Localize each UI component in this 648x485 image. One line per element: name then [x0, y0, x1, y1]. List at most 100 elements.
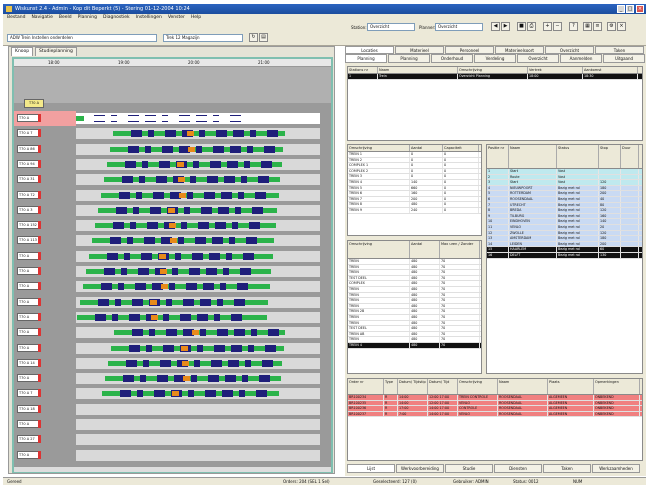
task-block[interactable] [262, 359, 273, 367]
tab-studieplanning[interactable]: Studieplanning [35, 47, 77, 56]
task-block[interactable] [241, 176, 247, 184]
milestone-block[interactable] [179, 192, 186, 198]
column-header[interactable]: Positie nr [487, 145, 509, 168]
tab-1[interactable]: Planning [388, 54, 430, 63]
print-icon[interactable]: ⎙ [527, 22, 536, 31]
column-header[interactable]: Omschrijving [348, 241, 410, 258]
task-block[interactable] [137, 390, 143, 398]
task-block[interactable] [188, 390, 194, 398]
task-block[interactable] [213, 145, 224, 153]
milestone-block[interactable] [150, 299, 157, 305]
task-block[interactable] [203, 283, 214, 291]
task-block[interactable] [133, 206, 139, 214]
task-block[interactable] [118, 283, 124, 291]
task-block[interactable] [209, 252, 220, 260]
task-block[interactable] [231, 344, 242, 352]
tab-4[interactable]: Overzicht [545, 46, 594, 54]
milestone-block[interactable] [172, 391, 179, 397]
tab-3[interactable]: Diensten [494, 464, 542, 473]
task-block[interactable] [239, 390, 245, 398]
menu-item[interactable]: Diagnostiek [103, 15, 130, 20]
column-header[interactable]: Capaciteit [443, 145, 479, 151]
task-block[interactable] [223, 268, 229, 275]
task-block[interactable] [132, 329, 143, 337]
tab-knoop[interactable]: Knoop [11, 47, 34, 56]
task-block[interactable] [154, 390, 165, 398]
grid-icon[interactable]: ▦ [583, 22, 592, 31]
task-block[interactable] [143, 359, 149, 367]
tab-6[interactable]: Uitgaand [603, 54, 645, 63]
task-block[interactable] [222, 390, 233, 398]
depot-dropdown[interactable]: Trek 12 Magazijn [163, 34, 243, 42]
task-block[interactable] [122, 176, 133, 184]
task-block[interactable] [201, 206, 212, 214]
planner-dropdown[interactable]: Overzicht [435, 23, 483, 31]
task-block[interactable] [252, 206, 263, 214]
task-block[interactable] [214, 313, 220, 321]
tab-5[interactable]: Werkzaamheden [592, 464, 640, 473]
column-header[interactable]: Order nr [348, 379, 384, 394]
settings-icon[interactable]: ⚙ [607, 22, 616, 31]
task-block[interactable] [139, 176, 145, 184]
milestone-block[interactable] [169, 223, 176, 229]
task-block[interactable] [211, 359, 222, 367]
column-header[interactable]: Status [557, 145, 599, 168]
tab-1[interactable]: Werkvoorbereiding [396, 464, 444, 473]
task-block[interactable] [210, 160, 221, 168]
close-button[interactable]: × [636, 5, 644, 13]
milestone-block[interactable] [161, 284, 168, 290]
task-block[interactable] [184, 206, 190, 214]
task-block[interactable] [245, 359, 251, 367]
task-block[interactable] [249, 222, 260, 230]
task-block[interactable] [256, 390, 267, 398]
save-icon[interactable]: ■ [517, 22, 526, 31]
task-block[interactable] [146, 344, 152, 352]
task-block[interactable] [104, 268, 115, 275]
task-block[interactable] [126, 359, 137, 367]
task-block[interactable] [221, 191, 232, 199]
task-block[interactable] [116, 206, 127, 214]
column-header[interactable]: Plaats [548, 379, 594, 394]
task-block[interactable] [153, 191, 164, 199]
task-block[interactable] [194, 359, 200, 367]
column-header[interactable]: Max uren / Zonder [440, 241, 480, 258]
task-block[interactable] [247, 145, 253, 153]
menu-item[interactable]: Instellingen [136, 15, 162, 20]
task-block[interactable] [145, 145, 151, 153]
task-block[interactable] [248, 344, 254, 352]
task-block[interactable] [192, 252, 203, 260]
task-block[interactable] [148, 130, 154, 138]
task-block[interactable] [142, 160, 148, 168]
task-block[interactable] [166, 329, 177, 337]
column-header[interactable]: Omschrijving [458, 379, 498, 394]
menu-item[interactable]: Navigatie [31, 15, 52, 20]
table-row[interactable]: TREIN 4 480 70 [348, 342, 481, 349]
task-block[interactable] [197, 344, 203, 352]
task-block[interactable] [107, 252, 118, 260]
column-header[interactable]: Datum/ Tijd [428, 379, 458, 394]
task-block[interactable] [125, 160, 136, 168]
task-block[interactable] [258, 176, 269, 184]
task-block[interactable] [166, 298, 172, 306]
menu-item[interactable]: Venster [168, 15, 185, 20]
list-icon[interactable]: ≡ [593, 22, 602, 31]
menu-item[interactable]: Beeld [59, 15, 72, 20]
task-block[interactable] [230, 145, 241, 153]
milestone-block[interactable] [170, 238, 177, 244]
exit-icon[interactable]: × [617, 22, 626, 31]
task-block[interactable] [265, 344, 276, 352]
milestone-block[interactable] [183, 376, 190, 382]
task-block[interactable] [200, 329, 206, 337]
gantt-chart[interactable]: 18:00 19:00 20:00 21:00 T70 A T70 A T70 A… [12, 57, 333, 473]
milestone-block[interactable] [192, 330, 199, 336]
task-block[interactable] [198, 222, 209, 230]
task-block[interactable] [162, 145, 173, 153]
task-block[interactable] [159, 160, 170, 168]
tab-4[interactable]: Overzicht [517, 54, 559, 63]
task-block[interactable] [149, 329, 155, 337]
milestone-block[interactable] [151, 314, 158, 320]
task-block[interactable] [140, 375, 146, 383]
task-block[interactable] [255, 191, 266, 199]
task-block[interactable] [186, 283, 197, 291]
column-header[interactable]: Opmerkingen [594, 379, 640, 394]
